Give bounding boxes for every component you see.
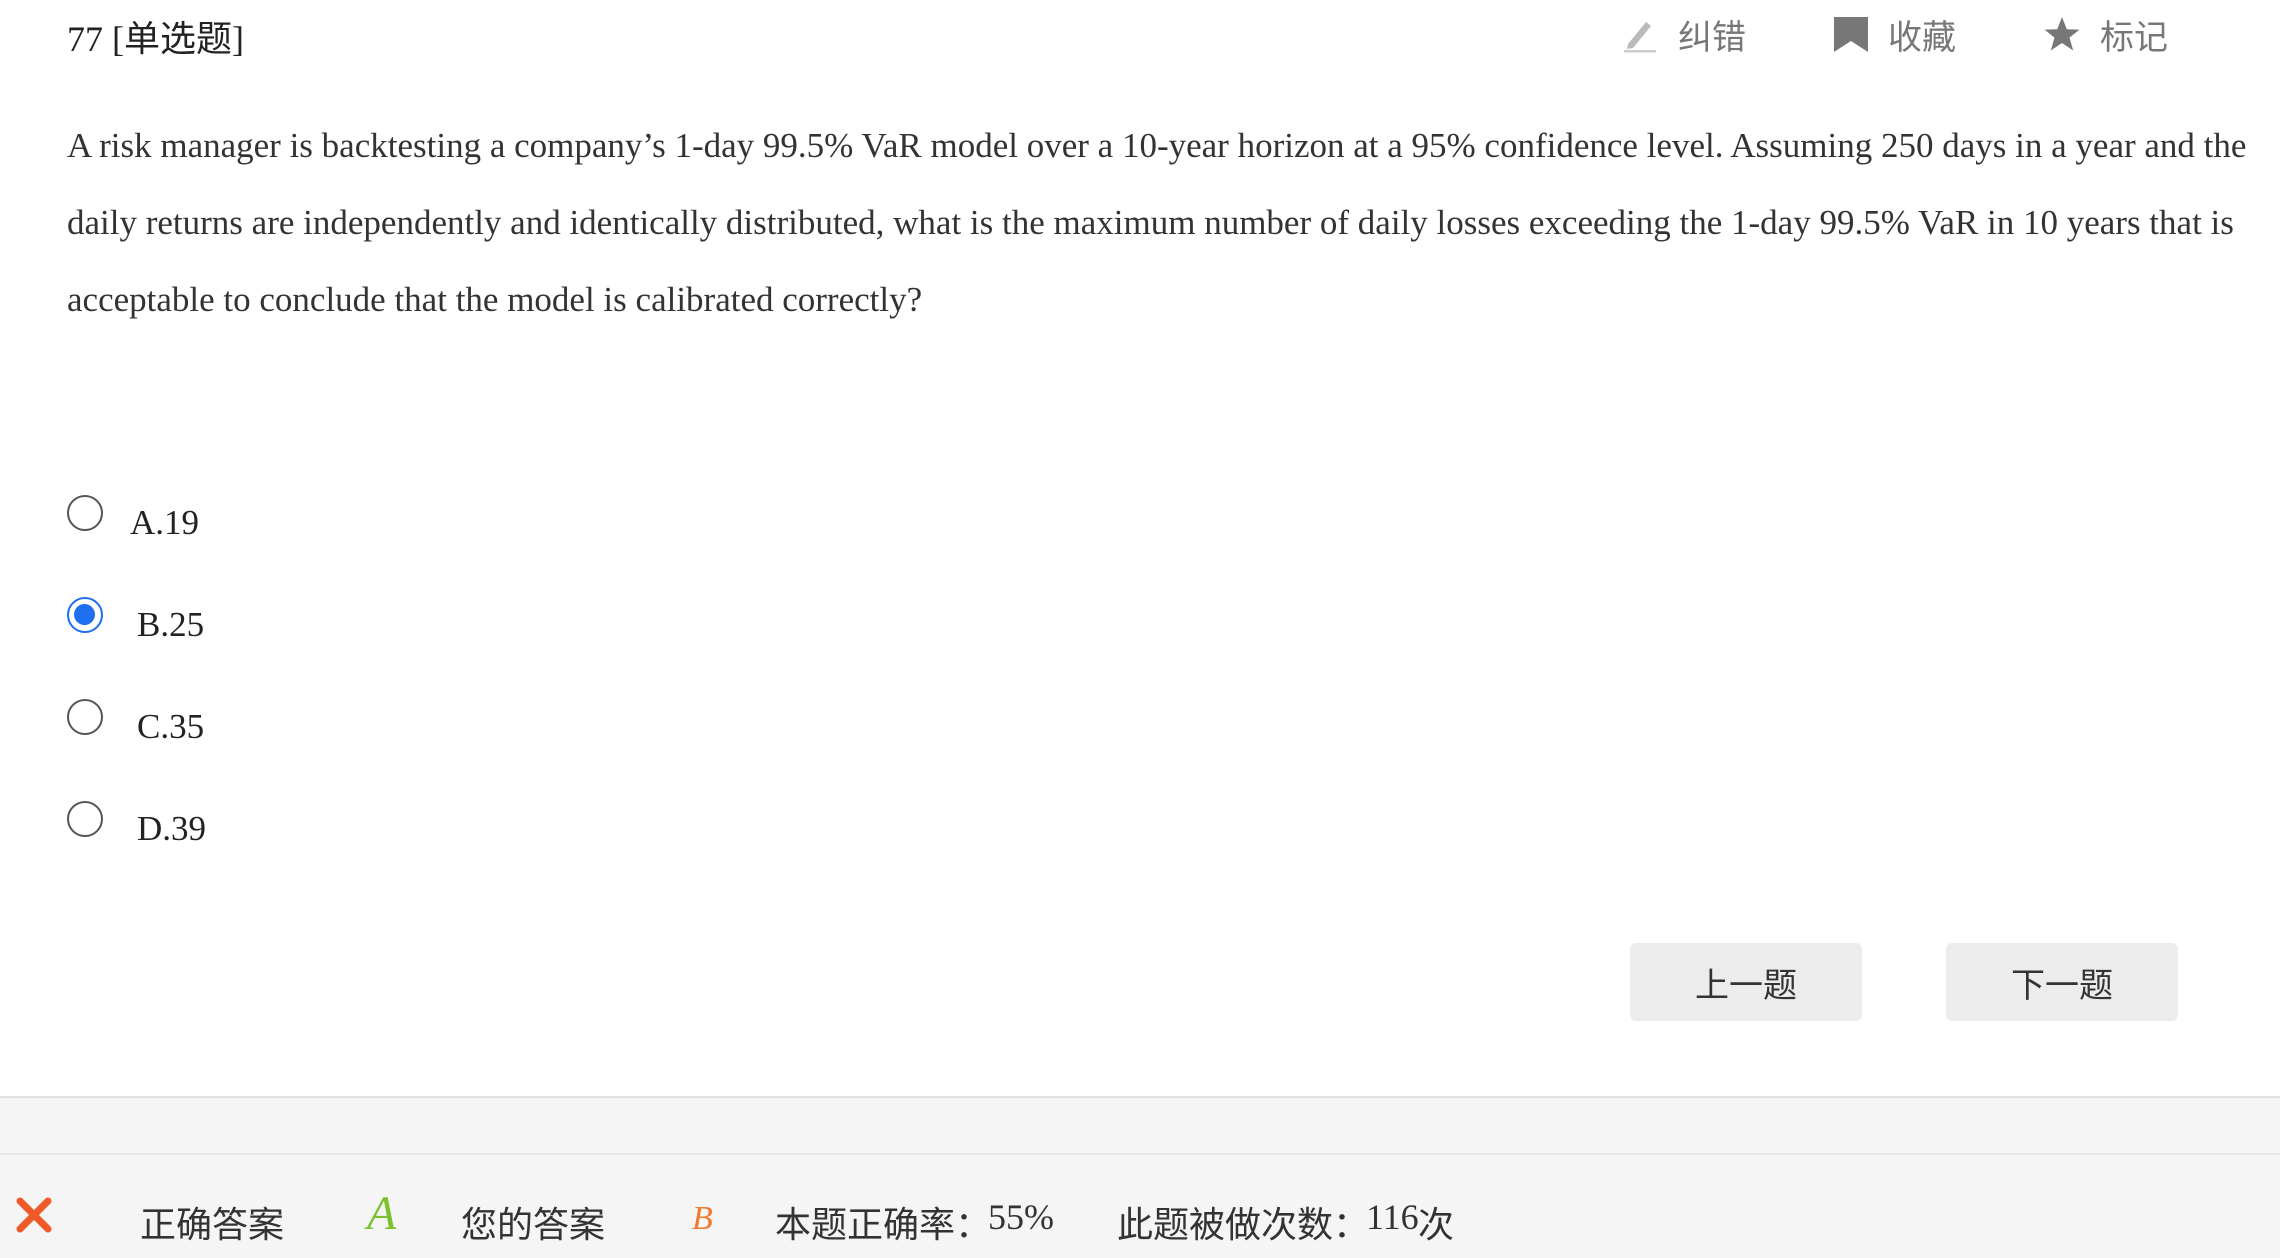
- option-d-label: D.39: [137, 809, 207, 848]
- your-answer-label: 您的答案: [461, 1205, 606, 1246]
- accuracy-label: 本题正确率：: [775, 1205, 992, 1246]
- prev-question-button[interactable]: 上一题: [1630, 943, 1862, 1021]
- next-question-button[interactable]: 下一题: [1946, 943, 2178, 1021]
- option-a-label: A.19: [130, 503, 200, 542]
- correct-answer-value: A: [367, 1187, 397, 1240]
- answer-result-panel: 正确答案 A 您的答案 B 本题正确率： 55% 此题被做次数： 116 次: [0, 1098, 2280, 1258]
- option-c[interactable]: C.35: [67, 695, 467, 746]
- option-d[interactable]: D.39: [67, 797, 467, 848]
- option-c-label: C.35: [137, 707, 205, 746]
- option-c-radio[interactable]: [67, 699, 103, 735]
- star-icon: [2042, 14, 2082, 54]
- correct-answer-label: 正确答案: [140, 1205, 285, 1246]
- correct-error-button[interactable]: 纠错: [1620, 8, 1746, 60]
- option-b-radio[interactable]: [67, 597, 103, 633]
- attempts-value: 116: [1366, 1197, 1419, 1237]
- option-b[interactable]: B.25: [67, 593, 467, 644]
- bookmark-icon: [1832, 14, 1870, 54]
- attempts-label: 此题被做次数：: [1117, 1205, 1370, 1246]
- option-d-radio[interactable]: [67, 801, 103, 837]
- panel-divider: [0, 1153, 2280, 1155]
- question-toolbar: 纠错 收藏 标记: [1620, 8, 2180, 60]
- mark-label: 标记: [2100, 17, 2168, 58]
- favorite-button[interactable]: 收藏: [1832, 8, 1956, 60]
- pencil-icon: [1620, 14, 1660, 54]
- question-number: 77 [单选题]: [67, 19, 244, 59]
- question-text: A risk manager is backtesting a company’…: [67, 126, 2247, 319]
- correct-error-label: 纠错: [1678, 17, 1746, 58]
- attempts-unit: 次: [1418, 1205, 1455, 1246]
- close-icon: [14, 1195, 54, 1235]
- option-b-label: B.25: [137, 605, 205, 644]
- accuracy-value: 55%: [988, 1197, 1054, 1237]
- option-a-radio[interactable]: [67, 495, 103, 531]
- favorite-label: 收藏: [1888, 17, 1956, 58]
- mark-button[interactable]: 标记: [2042, 8, 2168, 60]
- option-a[interactable]: A.19: [67, 491, 467, 542]
- your-answer-value: B: [692, 1200, 713, 1237]
